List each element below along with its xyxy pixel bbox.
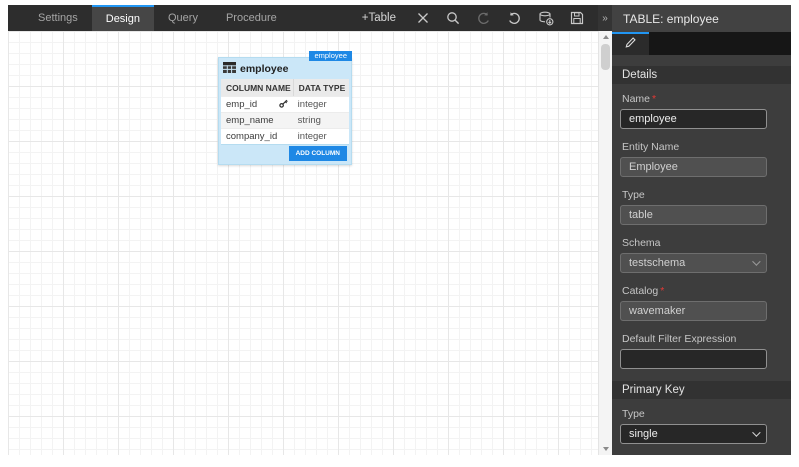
- column-row-emp-name[interactable]: emp_name string: [221, 112, 349, 128]
- panel-title: TABLE: employee: [612, 5, 791, 32]
- table-card-footer: ADD COLUMN: [221, 144, 349, 162]
- column-type: integer: [297, 131, 327, 142]
- tab-settings[interactable]: Settings: [24, 5, 92, 31]
- default-filter-label: Default Filter Expression: [622, 333, 737, 345]
- canvas-scrollbar[interactable]: [598, 31, 612, 455]
- panel-body: Details Name* Entity Name Type Schema: [612, 55, 791, 455]
- scroll-up-icon[interactable]: [599, 31, 612, 43]
- column-type: integer: [297, 99, 327, 110]
- toolbar: Settings Design Query Procedure +Table: [8, 5, 598, 31]
- tab-query[interactable]: Query: [154, 5, 212, 31]
- required-marker: *: [660, 285, 665, 297]
- field-entity-name: Entity Name: [620, 141, 767, 177]
- field-pk-type: Type single: [620, 408, 767, 444]
- table-badge: employee: [309, 51, 352, 61]
- save-icon[interactable]: [570, 11, 584, 25]
- refresh-cw-icon[interactable]: [507, 11, 522, 26]
- pk-type-select[interactable]: single: [620, 424, 767, 444]
- refresh-ccw-icon: [476, 11, 491, 26]
- db-designer-window: Settings Design Query Procedure +Table e…: [8, 5, 791, 455]
- screenshot: Settings Design Query Procedure +Table e…: [0, 0, 799, 467]
- pk-type-label: Type: [622, 408, 645, 420]
- column-header-row: COLUMN NAME DATA TYPE: [221, 79, 349, 96]
- toolbar-tabs: Settings Design Query Procedure: [8, 5, 291, 31]
- design-canvas[interactable]: employee employee COLUMN NAME DATA TYPE …: [8, 31, 598, 455]
- pencil-icon: [624, 36, 637, 54]
- catalog-label: Catalog: [622, 285, 659, 297]
- section-details: Details: [612, 66, 791, 84]
- tab-procedure[interactable]: Procedure: [212, 5, 291, 31]
- field-catalog: Catalog *: [620, 285, 767, 321]
- type-label: Type: [622, 189, 645, 201]
- column-name: company_id: [226, 131, 278, 142]
- column-row-emp-id[interactable]: emp_id integer: [221, 96, 349, 112]
- middle-strip: »: [598, 5, 612, 455]
- default-filter-input[interactable]: [620, 349, 767, 369]
- entity-name-label: Entity Name: [622, 141, 680, 153]
- tab-design[interactable]: Design: [91, 5, 154, 31]
- entity-name-input: [620, 157, 767, 177]
- scroll-down-icon[interactable]: [599, 443, 612, 455]
- primary-key-icon: [278, 98, 289, 112]
- chevron-down-icon: [752, 257, 761, 266]
- delete-icon[interactable]: [416, 11, 430, 25]
- column-row-company-id[interactable]: company_id integer: [221, 128, 349, 144]
- chevron-down-icon: [752, 428, 761, 437]
- data-type-header: DATA TYPE: [292, 79, 349, 96]
- add-table-button[interactable]: +Table: [362, 12, 396, 24]
- field-name: Name *: [620, 93, 767, 129]
- column-name-header: COLUMN NAME: [226, 82, 291, 93]
- schema-label: Schema: [622, 237, 661, 249]
- collapse-panel-button[interactable]: »: [598, 5, 612, 31]
- column-type: string: [297, 115, 321, 126]
- toolbar-actions: +Table: [362, 5, 598, 31]
- table-card-employee[interactable]: employee employee COLUMN NAME DATA TYPE …: [218, 51, 352, 165]
- field-type: Type: [620, 189, 767, 225]
- schema-select: testschema: [620, 253, 767, 273]
- add-column-button[interactable]: ADD COLUMN: [288, 146, 347, 161]
- column-name: emp_name: [226, 115, 274, 126]
- export-db-icon[interactable]: [538, 11, 554, 26]
- scrollbar-thumb[interactable]: [601, 44, 610, 70]
- properties-panel: TABLE: employee Details Name* Entity Nam…: [612, 5, 791, 455]
- left-region: Settings Design Query Procedure +Table e…: [8, 5, 598, 455]
- required-marker: *: [652, 93, 657, 105]
- search-icon[interactable]: [446, 11, 460, 25]
- column-name: emp_id: [226, 99, 258, 110]
- table-card-header[interactable]: employee: [221, 58, 349, 79]
- field-default-filter: Default Filter Expression: [620, 333, 767, 369]
- catalog-input: [620, 301, 767, 321]
- tab-edit-table[interactable]: [612, 32, 649, 55]
- name-input[interactable]: [620, 109, 767, 129]
- type-input: [620, 205, 767, 225]
- table-grid-icon: [223, 60, 236, 78]
- field-schema: Schema testschema: [620, 237, 767, 273]
- section-primary-key: Primary Key: [612, 381, 791, 399]
- table-card-title: employee: [240, 62, 289, 75]
- panel-tabstrip: [612, 32, 791, 55]
- name-label: Name: [622, 93, 651, 105]
